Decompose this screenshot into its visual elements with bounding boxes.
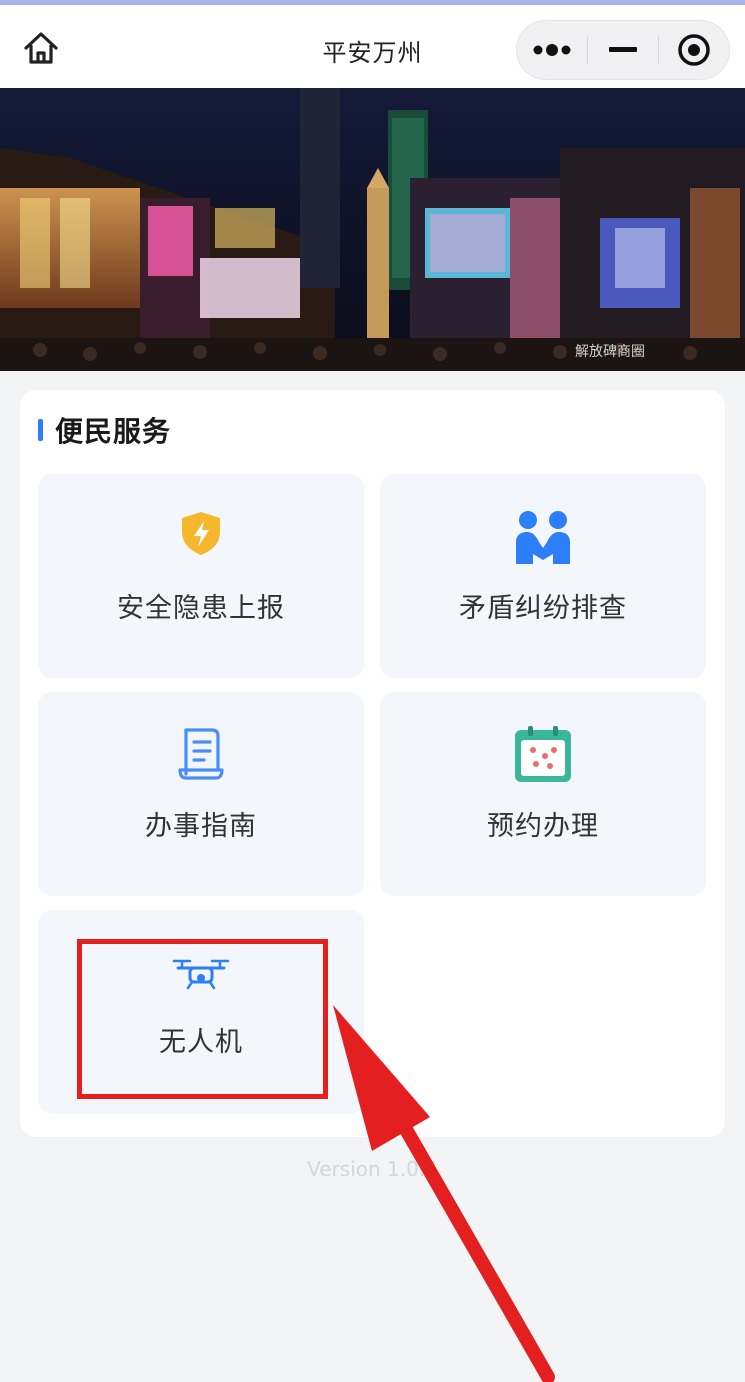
top-navigation-bar: 平安万州: [0, 5, 745, 88]
service-tile-dispute-check[interactable]: 矛盾纠纷排查: [380, 474, 706, 678]
section-header: 便民服务: [38, 412, 171, 448]
section-title: 便民服务: [55, 415, 172, 448]
minimize-button[interactable]: [588, 21, 658, 79]
document-guide-icon: [178, 728, 224, 780]
service-tile-hazard-report[interactable]: 安全隐患上报: [38, 474, 364, 678]
close-target-icon: [678, 34, 710, 66]
city-night-scene: [0, 88, 745, 371]
people-handshake-icon: [516, 511, 570, 564]
service-icon: [380, 726, 706, 786]
more-icon: [533, 44, 571, 56]
close-button[interactable]: [659, 21, 729, 79]
banner-image[interactable]: 解放碑商圈: [0, 88, 745, 371]
service-icon: [380, 508, 706, 568]
service-tile-guide[interactable]: 办事指南: [38, 692, 364, 896]
service-icon: [38, 726, 364, 786]
shield-lightning-icon: [182, 512, 220, 555]
version-text: Version 1.0.4: [307, 1157, 438, 1181]
minimize-icon: [609, 47, 637, 52]
service-icon: [38, 508, 364, 568]
service-label: 安全隐患上报: [117, 593, 285, 624]
highlight-box: [77, 939, 328, 1099]
mini-program-capsule: [516, 20, 730, 80]
service-label: 矛盾纠纷排查: [459, 593, 627, 624]
service-label: 预约办理: [487, 811, 599, 842]
service-label: 办事指南: [145, 811, 257, 842]
more-button[interactable]: [517, 21, 587, 79]
calendar-icon: [515, 726, 571, 782]
banner-watermark: 解放碑商圈: [575, 344, 645, 360]
section-accent-bar: [38, 419, 43, 441]
service-tile-appointment[interactable]: 预约办理: [380, 692, 706, 896]
